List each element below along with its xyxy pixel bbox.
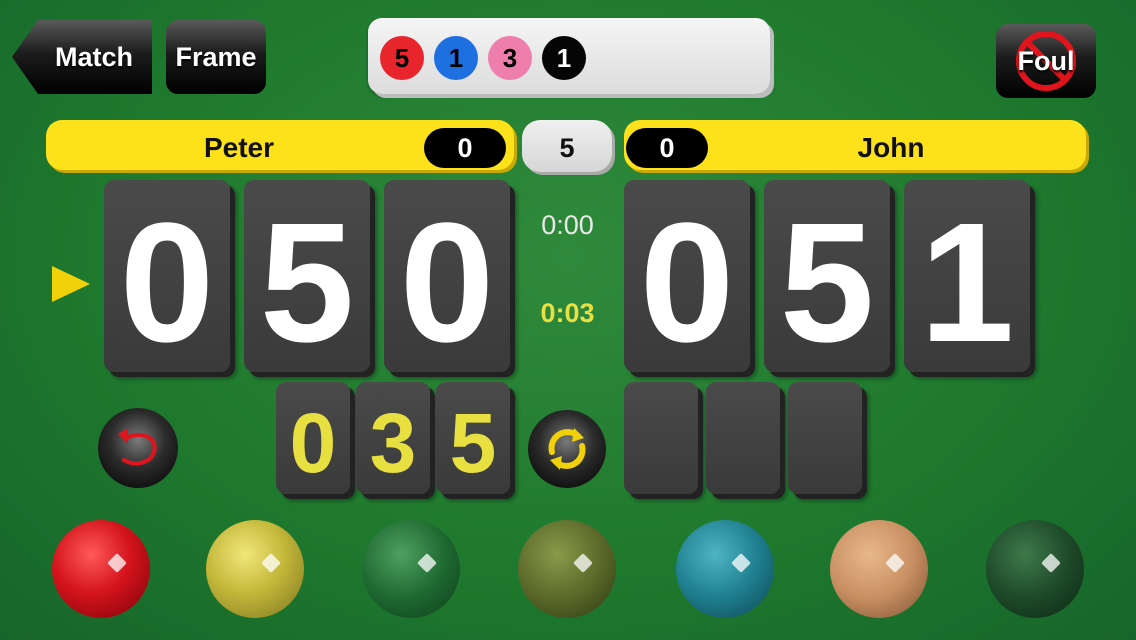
brown-ball-button[interactable] bbox=[518, 520, 616, 618]
undo-arrow-icon bbox=[118, 428, 157, 466]
break-digit-1: 0 bbox=[276, 382, 350, 494]
yellow-ball-button[interactable] bbox=[206, 520, 304, 618]
pink-ball-button[interactable] bbox=[830, 520, 928, 618]
foul-button[interactable]: Foul bbox=[996, 24, 1096, 98]
right-break-digit-3 bbox=[788, 382, 862, 494]
left-score-digit-1[interactable]: 0 bbox=[104, 180, 230, 378]
frame-timer: 0:00 bbox=[541, 210, 594, 240]
switch-player-button[interactable] bbox=[528, 410, 606, 488]
break-digit-2: 3 bbox=[356, 382, 430, 494]
frame-label: Frame bbox=[175, 41, 257, 72]
break-ball-2: 1 bbox=[434, 36, 478, 80]
right-score-digit-2[interactable]: 5 bbox=[764, 180, 890, 378]
left-score-digit-2[interactable]: 5 bbox=[244, 180, 370, 378]
right-break-digit-2 bbox=[706, 382, 780, 494]
break-ball-value: 1 bbox=[448, 42, 464, 73]
break-ball-value: 1 bbox=[556, 42, 572, 73]
player-right-frames: 0 bbox=[626, 128, 708, 168]
break-ball-3: 3 bbox=[488, 36, 532, 80]
red-ball-button[interactable] bbox=[52, 520, 150, 618]
turn-indicator-icon bbox=[52, 266, 90, 302]
foul-label: Foul bbox=[1017, 45, 1075, 76]
frame-button[interactable]: Frame bbox=[166, 20, 266, 94]
player-left-frames: 0 bbox=[424, 128, 506, 168]
break-ball-4: 1 bbox=[542, 36, 586, 80]
match-label: Match bbox=[54, 41, 133, 72]
total-frames-badge[interactable]: 5 bbox=[522, 120, 612, 172]
match-back-button[interactable]: Match bbox=[12, 20, 152, 94]
right-score-digit-1[interactable]: 0 bbox=[624, 180, 750, 378]
black-ball-button[interactable] bbox=[986, 520, 1084, 618]
player-right-bar[interactable]: 0 John bbox=[624, 120, 1086, 170]
break-ball-value: 5 bbox=[394, 42, 410, 73]
player-left-bar[interactable]: Peter 0 bbox=[46, 120, 514, 170]
break-balls-panel: 5 1 3 1 bbox=[368, 18, 770, 94]
break-digit-3: 5 bbox=[436, 382, 510, 494]
player-left-name: Peter bbox=[203, 132, 275, 163]
undo-button[interactable] bbox=[98, 408, 178, 488]
green-ball-button[interactable] bbox=[362, 520, 460, 618]
break-ball-1: 5 bbox=[380, 36, 424, 80]
switch-player-icon bbox=[548, 428, 586, 470]
shot-timer: 0:03 bbox=[540, 298, 595, 328]
right-break-digit-1 bbox=[624, 382, 698, 494]
left-score-digit-3[interactable]: 0 bbox=[384, 180, 510, 378]
player-right-name: John bbox=[857, 132, 925, 163]
blue-ball-button[interactable] bbox=[676, 520, 774, 618]
break-ball-value: 3 bbox=[502, 42, 518, 73]
right-score-digit-3[interactable]: 1 bbox=[904, 180, 1030, 378]
